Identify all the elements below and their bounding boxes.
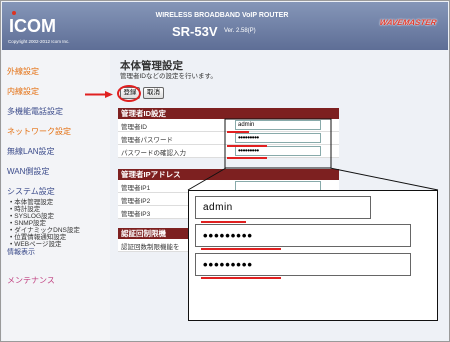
admin-ip2-label: 管理者IP2 [121,198,151,205]
product-name: WIRELESS BROADBAND VoIP ROUTER [155,12,289,19]
zoom-admin-id-value: admin [203,202,233,213]
version: Ver. 2.58(P) [224,28,256,34]
sidebar-item-extension[interactable]: 内線設定 [7,86,39,97]
confirm-underline [227,157,267,159]
auth-section-header: 認証回制限機 [118,228,188,239]
confirm-password-input[interactable]: ••••••••• [235,146,321,156]
ip-section-header: 管理者IPアドレス [118,169,339,180]
register-highlight-circle [117,85,141,102]
sidebar-item-phone[interactable]: 多機能電話設定 [7,106,63,117]
admin-id-underline [227,131,249,133]
icom-logo: ICOM [9,11,56,37]
browser-frame: ICOM Copyright 2002-2012 Icom Inc. WIREL… [0,0,450,342]
password-underline [227,145,267,147]
copyright: Copyright 2002-2012 Icom Inc. [8,39,70,44]
admin-ip1-label: 管理者IP1 [121,185,151,192]
zoom-admin-id-field[interactable]: admin [195,196,371,219]
zoomed-fields-panel: admin ••••••••• ••••••••• [188,190,438,321]
admin-password-label: 管理者パスワード [121,137,173,144]
sidebar-item-info[interactable]: 情報表示 [7,247,35,257]
sidebar-item-wireless-lan[interactable]: 無線LAN設定 [7,146,55,157]
zoom-confirm-underline [201,277,281,279]
zoom-confirm-field[interactable]: ••••••••• [195,253,411,276]
header: ICOM Copyright 2002-2012 Icom Inc. WIREL… [2,2,448,50]
sidebar-item-maintenance[interactable]: メンテナンス [7,275,55,286]
cancel-button[interactable]: 取消 [143,87,164,99]
sidebar-item-external-line[interactable]: 外線設定 [7,66,39,77]
logo-text: ICOM [9,16,56,36]
admin-id-input[interactable]: admin [235,120,321,130]
arrow-icon [85,91,113,98]
logo-dot [12,11,16,15]
zoom-password-underline [201,248,281,250]
zoom-password-field[interactable]: ••••••••• [195,224,411,247]
admin-id-label: 管理者ID [121,124,147,131]
page-description: 管理者IDなどの設定を行います。 [120,73,217,80]
admin-password-row: 管理者パスワード ••••••••• [118,132,339,145]
auth-row-label: 認証回数制限機能を [121,244,180,251]
sidebar-item-network[interactable]: ネットワーク設定 [7,126,71,137]
sidebar-item-wan[interactable]: WAN側設定 [7,166,49,177]
model-name: SR-53V [172,24,218,39]
zoom-password-value: ••••••••• [203,228,253,243]
admin-ip3-label: 管理者IP3 [121,211,151,218]
confirm-password-label: パスワードの確認入力 [121,150,186,157]
wavemaster-badge: WAVEMASTER [378,18,438,27]
zoom-id-underline [201,221,246,223]
auth-row: 認証回数制限機能を [118,239,188,252]
admin-password-input[interactable]: ••••••••• [235,133,321,143]
admin-section-header: 管理者ID設定 [118,108,339,119]
zoom-confirm-value: ••••••••• [203,257,253,272]
